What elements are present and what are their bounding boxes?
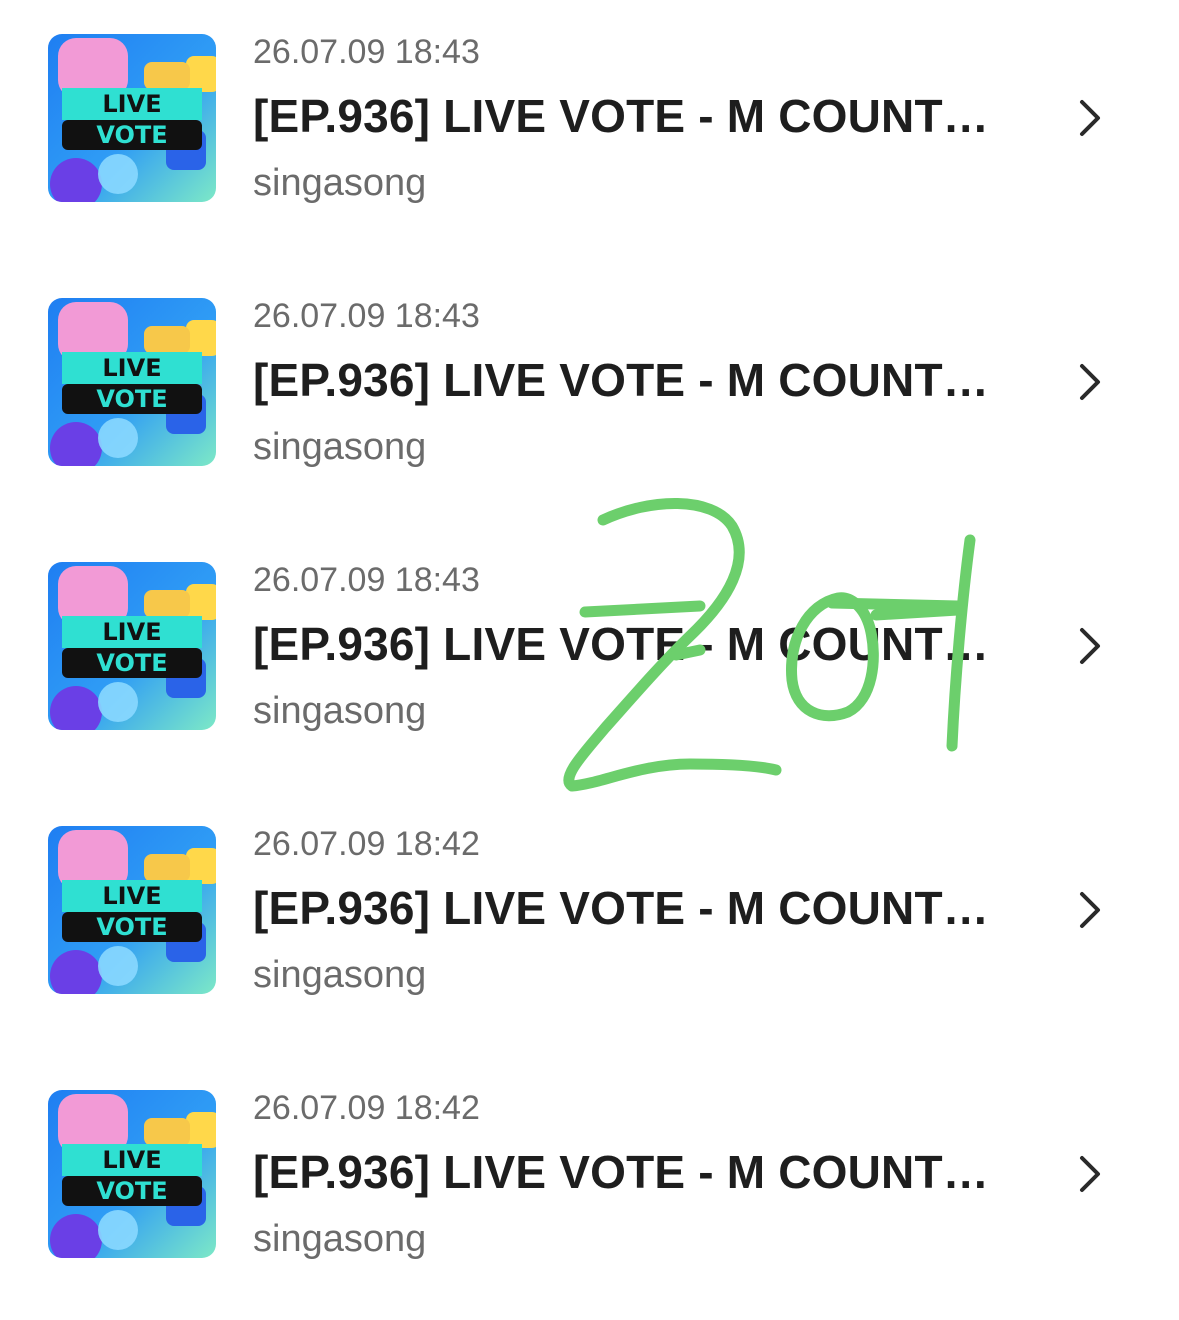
item-title: [EP.936] LIVE VOTE - M COUNTDOWN — [253, 1146, 1013, 1198]
list-item[interactable]: LIVE VOTE 26.07.09 18:43 [EP.936] LIVE VO… — [0, 528, 1179, 792]
item-timestamp: 26.07.09 18:42 — [253, 825, 480, 863]
live-vote-thumbnail: LIVE VOTE — [48, 298, 216, 466]
live-vote-thumbnail: LIVE VOTE — [48, 34, 216, 202]
list-item[interactable]: LIVE VOTE 26.07.09 18:42 [EP.936] LIVE VO… — [0, 792, 1179, 1056]
item-timestamp: 26.07.09 18:43 — [253, 297, 480, 335]
list-item[interactable]: LIVE VOTE 26.07.09 18:43 [EP.936] LIVE VO… — [0, 0, 1179, 264]
item-title: [EP.936] LIVE VOTE - M COUNTDOWN — [253, 354, 1013, 406]
item-channel: singasong — [253, 690, 427, 732]
item-timestamp: 26.07.09 18:43 — [253, 561, 480, 599]
item-title: [EP.936] LIVE VOTE - M COUNTDOWN — [253, 90, 1013, 142]
item-channel: singasong — [253, 426, 427, 468]
svg-text:VOTE: VOTE — [96, 1177, 167, 1205]
svg-text:LIVE: LIVE — [102, 354, 161, 382]
live-vote-thumbnail: LIVE VOTE — [48, 826, 216, 994]
chevron-right-icon[interactable] — [1072, 96, 1106, 140]
svg-text:VOTE: VOTE — [96, 385, 167, 413]
item-title: [EP.936] LIVE VOTE - M COUNTDOWN — [253, 618, 1013, 670]
item-title: [EP.936] LIVE VOTE - M COUNTDOWN — [253, 882, 1013, 934]
item-timestamp: 26.07.09 18:42 — [253, 1089, 480, 1127]
item-channel: singasong — [253, 162, 427, 204]
live-vote-thumbnail: LIVE VOTE — [48, 562, 216, 730]
svg-text:VOTE: VOTE — [96, 121, 167, 149]
svg-text:LIVE: LIVE — [102, 882, 161, 910]
item-timestamp: 26.07.09 18:43 — [253, 33, 480, 71]
chevron-right-icon[interactable] — [1072, 1152, 1106, 1196]
list-item[interactable]: LIVE VOTE 26.07.09 18:43 [EP.936] LIVE VO… — [0, 264, 1179, 528]
svg-text:VOTE: VOTE — [96, 649, 167, 677]
list-item[interactable]: LIVE VOTE 26.07.09 18:42 [EP.936] LIVE VO… — [0, 1056, 1179, 1320]
svg-text:VOTE: VOTE — [96, 913, 167, 941]
svg-text:LIVE: LIVE — [102, 90, 161, 118]
item-channel: singasong — [253, 1218, 427, 1260]
svg-text:LIVE: LIVE — [102, 1146, 161, 1174]
chevron-right-icon[interactable] — [1072, 624, 1106, 668]
chevron-right-icon[interactable] — [1072, 360, 1106, 404]
svg-text:LIVE: LIVE — [102, 618, 161, 646]
item-channel: singasong — [253, 954, 427, 996]
chevron-right-icon[interactable] — [1072, 888, 1106, 932]
live-vote-thumbnail: LIVE VOTE — [48, 1090, 216, 1258]
